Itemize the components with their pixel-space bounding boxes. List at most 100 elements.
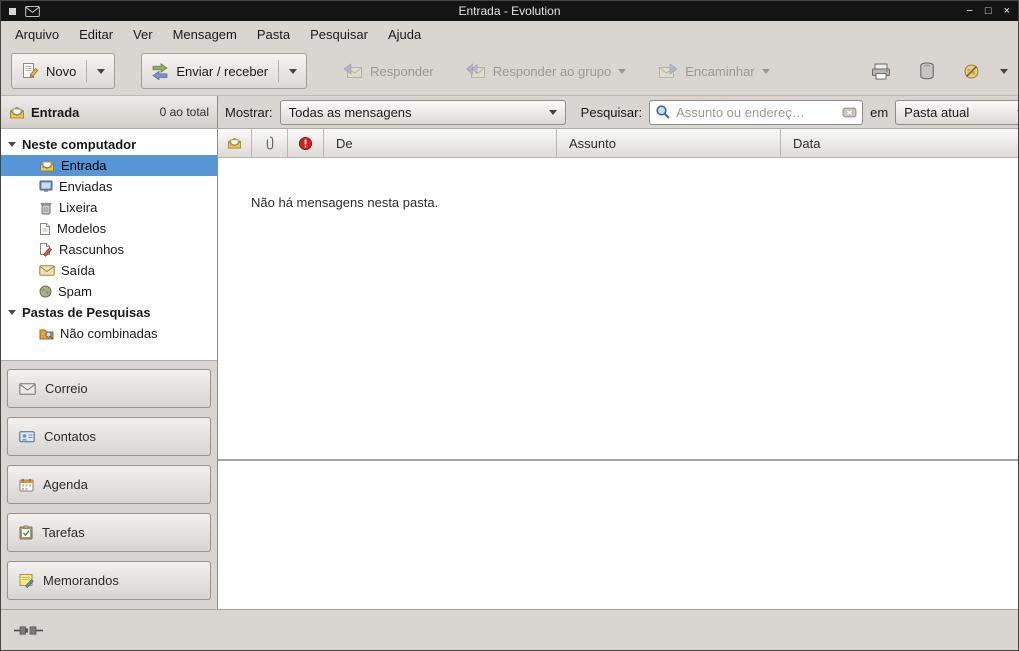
junk-button[interactable] bbox=[955, 55, 988, 88]
search-folder-icon bbox=[39, 327, 54, 340]
responder-button[interactable]: Responder bbox=[333, 56, 444, 86]
encaminhar-dropdown-arrow-icon[interactable] bbox=[762, 69, 770, 74]
column-priority[interactable] bbox=[288, 129, 324, 157]
component-switcher: Correio Contatos Agenda Tarefas Memorand… bbox=[1, 360, 217, 609]
menu-arquivo[interactable]: Arquivo bbox=[5, 23, 69, 46]
column-assunto[interactable]: Assunto bbox=[557, 129, 781, 157]
search-input[interactable] bbox=[676, 105, 837, 120]
window-menu-icon[interactable] bbox=[9, 8, 16, 15]
paperclip-icon bbox=[265, 135, 275, 151]
forward-icon bbox=[658, 63, 678, 79]
calendar-icon bbox=[19, 478, 34, 492]
column-data[interactable]: Data bbox=[781, 129, 1018, 157]
current-folder-icon bbox=[9, 106, 25, 119]
mail-icon bbox=[19, 383, 36, 395]
sent-icon bbox=[39, 180, 53, 193]
sidebar-item-enviadas[interactable]: Enviadas bbox=[1, 176, 217, 197]
sidebar-item-saida[interactable]: Saída bbox=[1, 260, 217, 281]
novo-button[interactable]: Novo bbox=[11, 53, 115, 89]
message-status-icon bbox=[227, 137, 242, 149]
preview-pane bbox=[218, 461, 1018, 609]
novo-label: Novo bbox=[46, 64, 76, 79]
close-button[interactable]: × bbox=[1004, 5, 1010, 17]
menu-mensagem[interactable]: Mensagem bbox=[163, 23, 247, 46]
switcher-label: Correio bbox=[45, 381, 88, 396]
folder-label: Enviadas bbox=[59, 179, 112, 194]
sidebar-item-nao-combinadas[interactable]: Não combinadas bbox=[1, 323, 217, 344]
message-list[interactable]: Não há mensagens nesta pasta. bbox=[218, 158, 1018, 459]
trash-button[interactable] bbox=[911, 54, 943, 88]
switcher-correio-button[interactable]: Correio bbox=[7, 369, 211, 408]
expander-icon[interactable] bbox=[8, 142, 16, 147]
search-scope-dropdown[interactable]: Pasta atual bbox=[895, 100, 1019, 125]
search-scope-value: Pasta atual bbox=[904, 105, 969, 120]
templates-icon bbox=[39, 222, 51, 236]
folder-tree[interactable]: Neste computador Entrada Enviadas Lixeir… bbox=[1, 129, 217, 360]
menu-ajuda[interactable]: Ajuda bbox=[378, 23, 431, 46]
clear-search-icon[interactable] bbox=[842, 105, 857, 120]
menu-pesquisar[interactable]: Pesquisar bbox=[300, 23, 378, 46]
priority-icon bbox=[298, 136, 313, 151]
minimize-button[interactable]: − bbox=[966, 5, 972, 17]
sidebar-item-rascunhos[interactable]: Rascunhos bbox=[1, 239, 217, 260]
menubar: Arquivo Editar Ver Mensagem Pasta Pesqui… bbox=[1, 21, 1018, 47]
inbox-icon bbox=[39, 159, 55, 172]
evolution-window: Entrada - Evolution − □ × Arquivo Editar… bbox=[0, 0, 1019, 651]
switcher-label: Contatos bbox=[44, 429, 96, 444]
sidebar-item-lixeira[interactable]: Lixeira bbox=[1, 197, 217, 218]
menu-editar[interactable]: Editar bbox=[69, 23, 123, 46]
menu-ver[interactable]: Ver bbox=[123, 23, 163, 46]
filter-controls: Mostrar: Todas as mensagens Pesquisar: e… bbox=[218, 96, 1019, 128]
responder-ao-grupo-button[interactable]: Responder ao grupo bbox=[456, 56, 637, 86]
sidebar-item-entrada[interactable]: Entrada bbox=[1, 155, 217, 176]
responder-ao-grupo-dropdown-arrow-icon[interactable] bbox=[618, 69, 626, 74]
switcher-memorandos-button[interactable]: Memorandos bbox=[7, 561, 211, 600]
message-filter-dropdown[interactable]: Todas as mensagens bbox=[280, 100, 566, 125]
send-receive-icon bbox=[151, 62, 169, 80]
printer-icon bbox=[871, 63, 891, 80]
em-label: em bbox=[870, 105, 888, 120]
group-label: Neste computador bbox=[22, 137, 136, 152]
switcher-contatos-button[interactable]: Contatos bbox=[7, 417, 211, 456]
switcher-tarefas-button[interactable]: Tarefas bbox=[7, 513, 211, 552]
menu-pasta[interactable]: Pasta bbox=[247, 23, 300, 46]
search-icon[interactable] bbox=[655, 104, 671, 120]
window-controls: − □ × bbox=[880, 5, 1010, 17]
folder-label: Não combinadas bbox=[60, 326, 158, 341]
sidebar: Neste computador Entrada Enviadas Lixeir… bbox=[1, 129, 218, 609]
enviar-receber-button[interactable]: Enviar / receber bbox=[141, 53, 307, 89]
trash-icon bbox=[919, 62, 935, 80]
folder-message-count: 0 ao total bbox=[160, 105, 209, 119]
sidebar-item-modelos[interactable]: Modelos bbox=[1, 218, 217, 239]
switcher-agenda-button[interactable]: Agenda bbox=[7, 465, 211, 504]
novo-dropdown-arrow-icon[interactable] bbox=[97, 69, 105, 74]
junk-icon bbox=[963, 63, 980, 80]
folder-label: Lixeira bbox=[59, 200, 97, 215]
encaminhar-button[interactable]: Encaminhar bbox=[648, 56, 779, 86]
folder-label: Entrada bbox=[61, 158, 107, 173]
switcher-label: Memorandos bbox=[43, 573, 119, 588]
sidebar-item-spam[interactable]: Spam bbox=[1, 281, 217, 302]
sidebar-group-pastas-de-pesquisas[interactable]: Pastas de Pesquisas bbox=[1, 302, 217, 323]
expander-icon[interactable] bbox=[8, 310, 16, 315]
empty-folder-message: Não há mensagens nesta pasta. bbox=[218, 158, 1018, 210]
content-area: Neste computador Entrada Enviadas Lixeir… bbox=[1, 129, 1018, 609]
print-button[interactable] bbox=[863, 55, 899, 88]
tasks-icon bbox=[19, 525, 33, 540]
toolbar-overflow-arrow-icon[interactable] bbox=[1000, 69, 1008, 74]
online-status-button[interactable] bbox=[11, 621, 49, 640]
enviar-receber-dropdown-arrow-icon[interactable] bbox=[289, 69, 297, 74]
column-de-label: De bbox=[336, 136, 353, 151]
column-de[interactable]: De bbox=[324, 129, 557, 157]
sidebar-group-neste-computador[interactable]: Neste computador bbox=[1, 134, 217, 155]
maximize-button[interactable]: □ bbox=[985, 5, 992, 17]
folder-header: Entrada 0 ao total bbox=[1, 96, 218, 128]
window-title: Entrada - Evolution bbox=[139, 4, 880, 18]
enviar-receber-split-separator bbox=[278, 60, 279, 82]
column-attachment[interactable] bbox=[252, 129, 288, 157]
responder-ao-grupo-label: Responder ao grupo bbox=[493, 64, 612, 79]
reply-all-icon bbox=[466, 63, 486, 79]
column-status[interactable] bbox=[218, 129, 252, 157]
column-assunto-label: Assunto bbox=[569, 136, 616, 151]
switcher-label: Tarefas bbox=[42, 525, 85, 540]
